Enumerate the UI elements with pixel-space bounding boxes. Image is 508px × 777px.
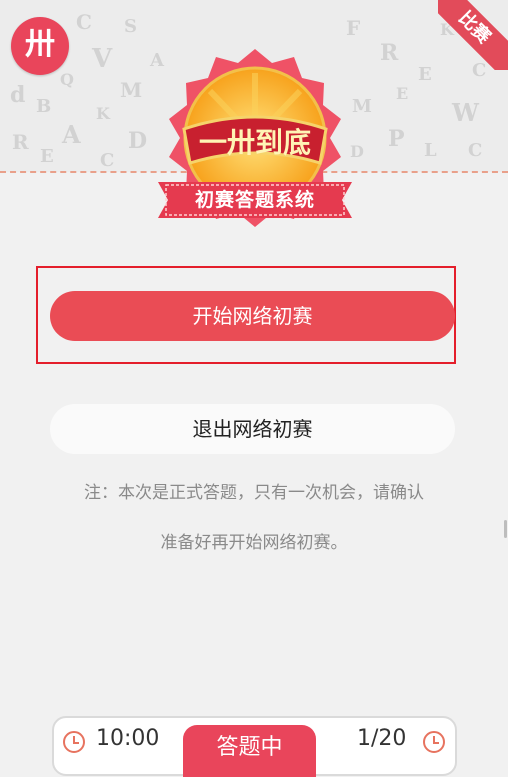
clock-icon <box>423 731 445 753</box>
app-logo-icon[interactable]: 卅 <box>11 17 69 75</box>
timer-display: 10:00 <box>96 726 160 751</box>
scrollbar-thumb[interactable] <box>504 520 507 538</box>
start-contest-button[interactable]: 开始网络初赛 <box>50 291 455 341</box>
notice-line-2: 准备好再开始网络初赛。 <box>160 533 348 553</box>
clock-icon <box>63 731 85 753</box>
corner-ribbon: 比赛 <box>438 0 508 70</box>
status-tab: 答题中 <box>183 725 316 777</box>
system-title: 初赛答题系统 <box>194 189 315 211</box>
notice-line-1: 注：本次是正式答题，只有一次机会，请确认 <box>84 483 424 503</box>
question-progress: 1/20 <box>357 726 407 751</box>
badge-text: 一卅到底 <box>199 126 311 159</box>
corner-ribbon-label: 比赛 <box>438 0 508 70</box>
exit-contest-button[interactable]: 退出网络初赛 <box>50 404 455 454</box>
